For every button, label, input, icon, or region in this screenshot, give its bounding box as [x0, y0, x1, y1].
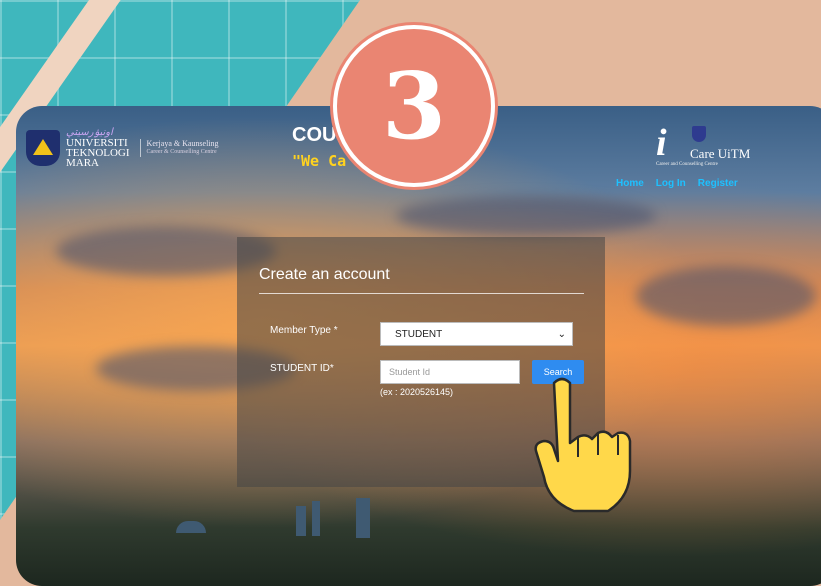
pointing-hand-icon [534, 377, 632, 513]
brand-subtitle: Career and Counselling Centre [656, 162, 718, 167]
building-silhouette [312, 501, 320, 536]
brand-name: Care UiTM [690, 146, 751, 161]
member-type-value: STUDENT [395, 328, 443, 340]
step-number: 3 [381, 52, 446, 160]
cloud-decoration [636, 266, 816, 326]
divider [259, 293, 584, 294]
nav-register-link[interactable]: Register [698, 178, 738, 189]
shield-icon [692, 126, 706, 142]
chevron-down-icon: ⌄ [557, 328, 566, 340]
uitm-crest-icon [26, 130, 60, 166]
uni-line3: MARA [66, 157, 100, 169]
unit-name: Kerjaya & Kaunseling [146, 139, 219, 148]
mosque-dome-silhouette [176, 521, 206, 533]
nav-login-link[interactable]: Log In [656, 178, 686, 189]
student-id-label: STUDENT ID* [270, 363, 334, 374]
form-title: Create an account [259, 266, 390, 283]
step-number-badge: 3 [333, 25, 495, 187]
cloud-decoration [396, 196, 656, 236]
student-id-placeholder: Student Id [389, 367, 431, 377]
icare-i-glyph: i [656, 122, 667, 164]
icare-uitm-logo[interactable]: i Care UiTM Career and Counselling Centr… [656, 122, 750, 167]
uitm-logo[interactable]: اونيۏرسيتي UNIVERSITI TEKNOLOGI MARA Ker… [26, 128, 219, 169]
unit-subtitle: Career & Counselling Centre [146, 149, 217, 155]
site-title: COU [292, 124, 337, 146]
student-id-input[interactable]: Student Id [380, 360, 520, 384]
top-nav: Home Log In Register [616, 178, 738, 189]
nav-home-link[interactable]: Home [616, 178, 644, 189]
building-silhouette [356, 498, 370, 538]
member-type-select[interactable]: STUDENT ⌄ [380, 322, 573, 346]
member-type-label: Member Type * [270, 325, 338, 336]
student-id-hint: (ex : 2020526145) [380, 387, 454, 397]
building-silhouette [296, 506, 306, 536]
